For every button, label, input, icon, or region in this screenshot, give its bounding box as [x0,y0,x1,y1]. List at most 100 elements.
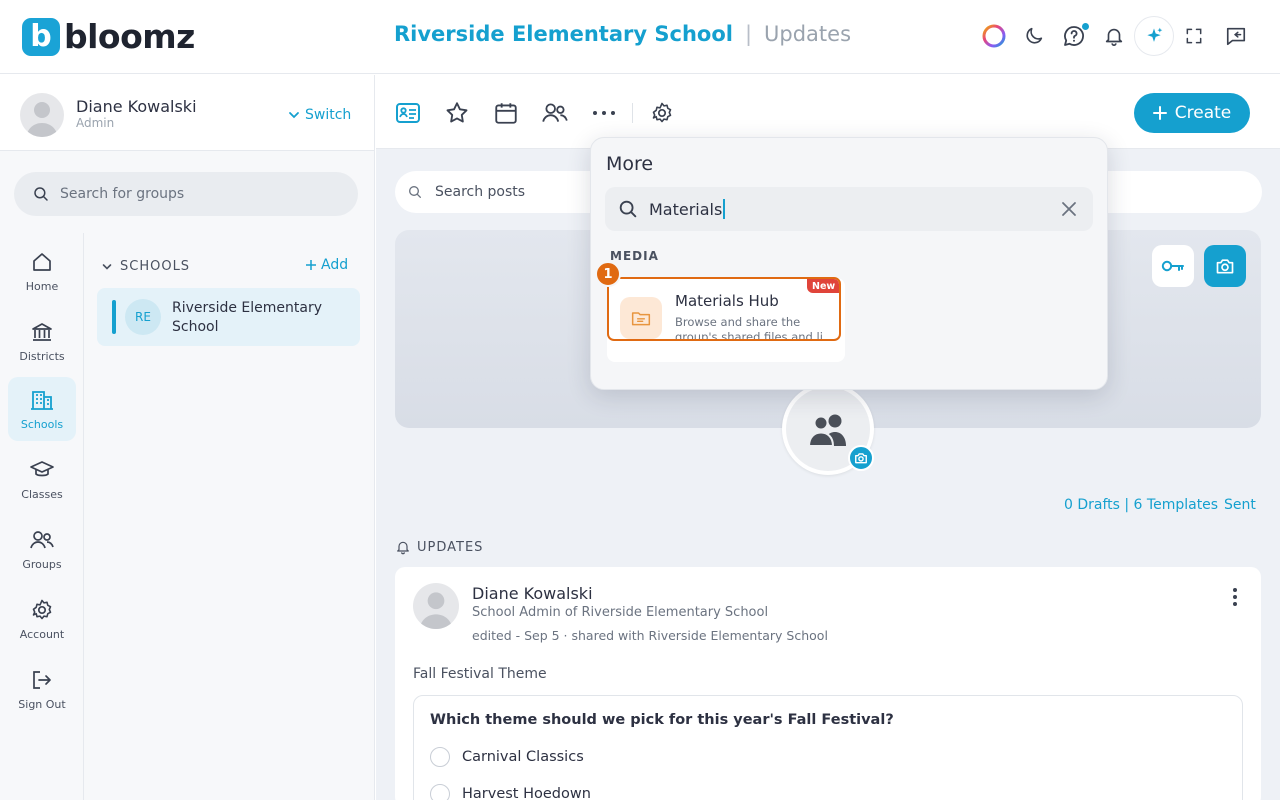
switch-button[interactable]: Switch [288,107,351,123]
nav-item-schools[interactable]: Schools [8,377,76,441]
text-caret [723,199,725,219]
group-search-placeholder: Search for groups [60,186,185,202]
school-initials-badge: RE [125,299,161,335]
nav-rail: Home Districts Schools Classes Groups Ac… [0,233,84,800]
radio-button[interactable] [430,747,450,767]
feedback-icon[interactable] [1222,22,1250,50]
media-section-label: MEDIA [610,249,659,263]
more-menu-title: More [606,153,654,175]
left-panel: Search for groups Home Districts Schools… [0,151,375,800]
bank-icon [32,322,52,341]
active-indicator [112,300,116,334]
chevron-down-icon [102,263,112,270]
nav-item-account[interactable]: Account [8,587,76,651]
materials-hub-item[interactable]: Materials Hub Browse and share the group… [607,277,841,341]
schools-section-header[interactable]: SCHOOLS [102,259,190,274]
group-search-input[interactable]: Search for groups [14,172,358,216]
poll-question: Which theme should we pick for this year… [430,712,894,728]
plus-icon [306,260,316,270]
drafts-templates-link[interactable]: 0 Drafts | 6 Templates [1064,497,1218,513]
more-dots-icon[interactable] [590,99,618,127]
home-icon [33,252,51,271]
nav-item-label: Home [25,279,59,293]
bloomz-logo[interactable]: b bloomz [22,17,195,56]
post-author-role: School Admin of Riverside Elementary Sch… [472,605,769,620]
toolbar-divider [632,103,633,123]
profile-name: Diane Kowalski [76,97,197,116]
people-icon [30,530,54,548]
avatar[interactable] [20,93,64,137]
sparkle-ai-icon[interactable] [1134,16,1174,56]
post-menu-button[interactable] [1223,585,1247,609]
nav-item-label: Account [19,627,65,641]
camera-icon [855,453,867,464]
avatar-camera-button[interactable] [848,445,874,471]
step-number-badge: 1 [595,261,621,287]
logo-word: bloomz [64,17,195,56]
nav-item-groups[interactable]: Groups [8,517,76,581]
nav-item-districts[interactable]: Districts [8,309,76,373]
posts-icon[interactable] [394,99,422,127]
members-icon[interactable] [541,99,569,127]
moon-icon[interactable] [1020,22,1048,50]
more-search-input[interactable]: Materials [605,187,1093,231]
post-author-avatar[interactable] [413,583,459,629]
school-name: Riverside Elementary School [172,300,322,335]
building-icon [31,390,53,410]
nav-item-label: Sign Out [18,697,66,711]
cover-camera-button[interactable] [1204,245,1246,287]
bell-icon [397,541,409,555]
updates-section-header: UPDATES [395,539,483,555]
post-card: Diane Kowalski School Admin of Riverside… [395,567,1261,800]
materials-hub-description: Browse and share the group's shared file… [675,315,823,341]
logo-mark: b [22,17,60,56]
page-title-school: Riverside Elementary School [394,22,733,46]
graduation-cap-icon [30,460,54,476]
poll-option-label: Harvest Hoedown [462,786,591,800]
profile-header: Diane Kowalski Admin Switch [0,75,375,151]
nav-item-classes[interactable]: Classes [8,447,76,511]
nav-item-label: Groups [22,557,62,571]
nav-item-label: Districts [19,349,65,363]
key-button[interactable] [1152,245,1194,287]
clear-search-button[interactable] [1059,199,1079,219]
camera-icon [1216,259,1234,274]
bell-icon[interactable] [1100,22,1128,50]
close-icon [1062,202,1076,216]
chevron-down-icon [289,112,299,119]
star-icon[interactable] [443,99,471,127]
search-icon [34,187,48,201]
create-label: Create [1174,103,1232,123]
folder-icon [620,297,662,339]
add-label: Add [321,257,349,273]
notification-dot [1081,22,1090,31]
fullscreen-icon[interactable] [1180,22,1208,50]
gear-icon [32,599,52,619]
create-button[interactable]: Create [1134,93,1250,133]
poll-option[interactable]: Carnival Classics [430,747,584,767]
nav-item-sign-out[interactable]: Sign Out [8,657,76,721]
new-badge: New [807,279,839,293]
page-title-section: Updates [764,22,852,46]
radio-button[interactable] [430,784,450,800]
sent-link[interactable]: Sent [1224,497,1256,513]
more-menu-panel: More Materials MEDIA Materials Hub Brows… [590,137,1108,390]
nav-item-label: Schools [20,417,64,431]
add-school-button[interactable]: Add [305,257,348,273]
post-author-name[interactable]: Diane Kowalski [472,584,593,603]
nav-item-home[interactable]: Home [8,239,76,303]
nav-item-label: Classes [21,487,63,501]
school-list-item[interactable]: RE Riverside Elementary School [97,288,360,346]
search-icon [409,186,421,198]
materials-hub-name: Materials Hub [675,292,779,310]
poll-option[interactable]: Harvest Hoedown [430,784,591,800]
post-search-placeholder: Search posts [435,184,526,200]
switch-label: Switch [305,107,352,123]
color-wheel-icon[interactable] [980,22,1008,50]
more-search-value: Materials [649,199,725,219]
schools-heading: SCHOOLS [120,259,191,274]
calendar-icon[interactable] [492,99,520,127]
top-bar: b bloomz Riverside Elementary School | U… [0,0,1280,74]
settings-icon[interactable] [648,99,676,127]
sign-out-icon [33,670,51,689]
